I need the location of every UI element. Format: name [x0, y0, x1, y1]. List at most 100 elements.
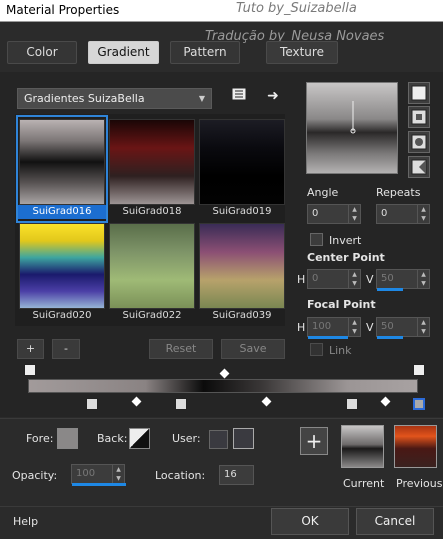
add-gradient-button[interactable]: +: [17, 339, 44, 359]
rectangular-style-button[interactable]: [408, 106, 430, 128]
focal-h-value: 100: [312, 321, 332, 332]
tab-texture[interactable]: Texture: [266, 41, 338, 64]
gradient-swatch: [19, 223, 105, 309]
gradient-tile-0[interactable]: SuiGrad016: [16, 115, 108, 223]
reset-button[interactable]: Reset: [149, 339, 213, 359]
opacity-stop-right[interactable]: [413, 364, 425, 376]
gradient-set-dropdown[interactable]: Gradientes SuizaBella ▼: [17, 88, 212, 109]
arrow-right-icon[interactable]: ➜: [264, 87, 282, 105]
tab-pattern[interactable]: Pattern: [170, 41, 240, 64]
gradient-editor-icon[interactable]: [230, 87, 248, 105]
gradient-swatch: [199, 223, 285, 309]
opacity-stepper[interactable]: ▲ ▼: [112, 465, 124, 483]
sunburst-style-button[interactable]: [408, 131, 430, 153]
fore-label: Fore:: [26, 432, 54, 445]
focal-h-level: [308, 336, 348, 339]
title-bar: Material Properties Tuto by_Suizabella: [0, 0, 443, 22]
gradient-tile-1[interactable]: SuiGrad018: [108, 117, 196, 221]
gradient-bar[interactable]: [28, 379, 418, 393]
center-h-value: 0: [312, 273, 319, 284]
center-v-stepper[interactable]: ▲ ▼: [417, 270, 429, 288]
gradient-tile-label: SuiGrad019: [212, 206, 272, 217]
gradient-tile-3[interactable]: SuiGrad020: [18, 221, 106, 325]
center-h-stepper[interactable]: ▲ ▼: [348, 270, 360, 288]
location-label: Location:: [155, 469, 206, 482]
tab-gradient[interactable]: Gradient: [88, 41, 159, 64]
opacity-value: 100: [76, 468, 96, 479]
radial-style-button[interactable]: [408, 156, 430, 178]
focal-v-field[interactable]: 50 ▲ ▼: [376, 317, 430, 339]
color-stop[interactable]: [175, 398, 187, 410]
center-h-label: H: [297, 273, 306, 286]
gradient-tile-2[interactable]: SuiGrad019: [198, 117, 286, 221]
gradient-set-value: Gradientes SuizaBella: [24, 92, 145, 105]
gradient-tile-label: SuiGrad039: [212, 310, 272, 321]
focal-v-value: 50: [381, 321, 394, 332]
gradient-preview[interactable]: [306, 82, 398, 174]
current-material-swatch: [341, 425, 384, 468]
angle-value: 0: [312, 208, 319, 219]
help-link[interactable]: Help: [13, 515, 38, 528]
fore-swatch[interactable]: [57, 428, 78, 449]
center-v-label: V: [366, 273, 374, 286]
gradient-tile-label: SuiGrad016: [18, 205, 106, 219]
repeats-stepper[interactable]: ▲ ▼: [417, 205, 429, 223]
back-label: Back:: [97, 432, 128, 445]
color-stop[interactable]: [346, 398, 358, 410]
window-title: Material Properties: [6, 3, 120, 17]
center-point-label: Center Point: [307, 251, 385, 264]
gradient-tile-4[interactable]: SuiGrad022: [108, 221, 196, 325]
center-h-field[interactable]: 0 ▲ ▼: [307, 269, 361, 289]
repeats-field[interactable]: 0 ▲ ▼: [376, 204, 430, 224]
repeats-label: Repeats: [376, 186, 421, 199]
focal-h-label: H: [297, 321, 306, 334]
watermark-top: Tuto by_Suizabella: [236, 1, 357, 16]
gradient-tile-label: SuiGrad020: [32, 310, 92, 321]
opacity-stop-left[interactable]: [24, 364, 36, 376]
gradient-swatch: [199, 119, 285, 205]
tab-color[interactable]: Color: [7, 41, 77, 64]
angle-label: Angle: [307, 186, 339, 199]
gradient-tile-label: SuiGrad022: [122, 310, 182, 321]
repeats-value: 0: [381, 208, 388, 219]
link-label: Link: [329, 344, 352, 357]
ok-button[interactable]: OK: [271, 508, 349, 535]
gradient-swatch: [109, 223, 195, 309]
opacity-level: [72, 483, 126, 486]
current-label: Current: [343, 477, 385, 490]
gradient-tile-5[interactable]: SuiGrad039: [198, 221, 286, 325]
gradient-gallery: SuiGrad016 SuiGrad018 SuiGrad019 SuiGrad…: [15, 114, 285, 326]
save-button[interactable]: Save: [221, 339, 285, 359]
focal-h-stepper[interactable]: ▲ ▼: [348, 318, 360, 336]
previous-label: Previous: [396, 477, 443, 490]
invert-label: Invert: [329, 234, 362, 247]
gradient-swatch: [109, 119, 195, 205]
focal-v-level: [377, 336, 403, 339]
linear-style-button[interactable]: [408, 82, 430, 104]
opacity-label: Opacity:: [12, 469, 58, 482]
opacity-field[interactable]: 100 ▲ ▼: [71, 464, 126, 486]
user-swatch-1[interactable]: [209, 430, 228, 449]
back-swatch[interactable]: [129, 428, 150, 449]
focal-v-label: V: [366, 321, 374, 334]
gradient-swatch: [19, 119, 105, 205]
angle-stepper[interactable]: ▲ ▼: [348, 205, 360, 223]
link-checkbox[interactable]: [310, 343, 323, 356]
focal-point-label: Focal Point: [307, 298, 376, 311]
focal-h-field[interactable]: 100 ▲ ▼: [307, 317, 361, 339]
location-value: 16: [224, 469, 237, 480]
color-stop-selected[interactable]: [413, 398, 425, 410]
location-field[interactable]: 16: [219, 465, 254, 485]
angle-field[interactable]: 0 ▲ ▼: [307, 204, 361, 224]
invert-checkbox[interactable]: [310, 233, 323, 246]
previous-material-swatch[interactable]: [394, 425, 437, 468]
remove-gradient-button[interactable]: -: [52, 339, 80, 359]
chevron-down-icon: ▼: [198, 94, 205, 103]
center-v-field[interactable]: 50 ▲ ▼: [376, 269, 430, 291]
user-swatch-2[interactable]: [233, 428, 254, 449]
focal-v-stepper[interactable]: ▲ ▼: [417, 318, 429, 336]
color-stop[interactable]: [86, 398, 98, 410]
center-v-level: [377, 288, 403, 291]
add-to-swatches-button[interactable]: +: [300, 427, 328, 455]
cancel-button[interactable]: Cancel: [356, 508, 434, 535]
